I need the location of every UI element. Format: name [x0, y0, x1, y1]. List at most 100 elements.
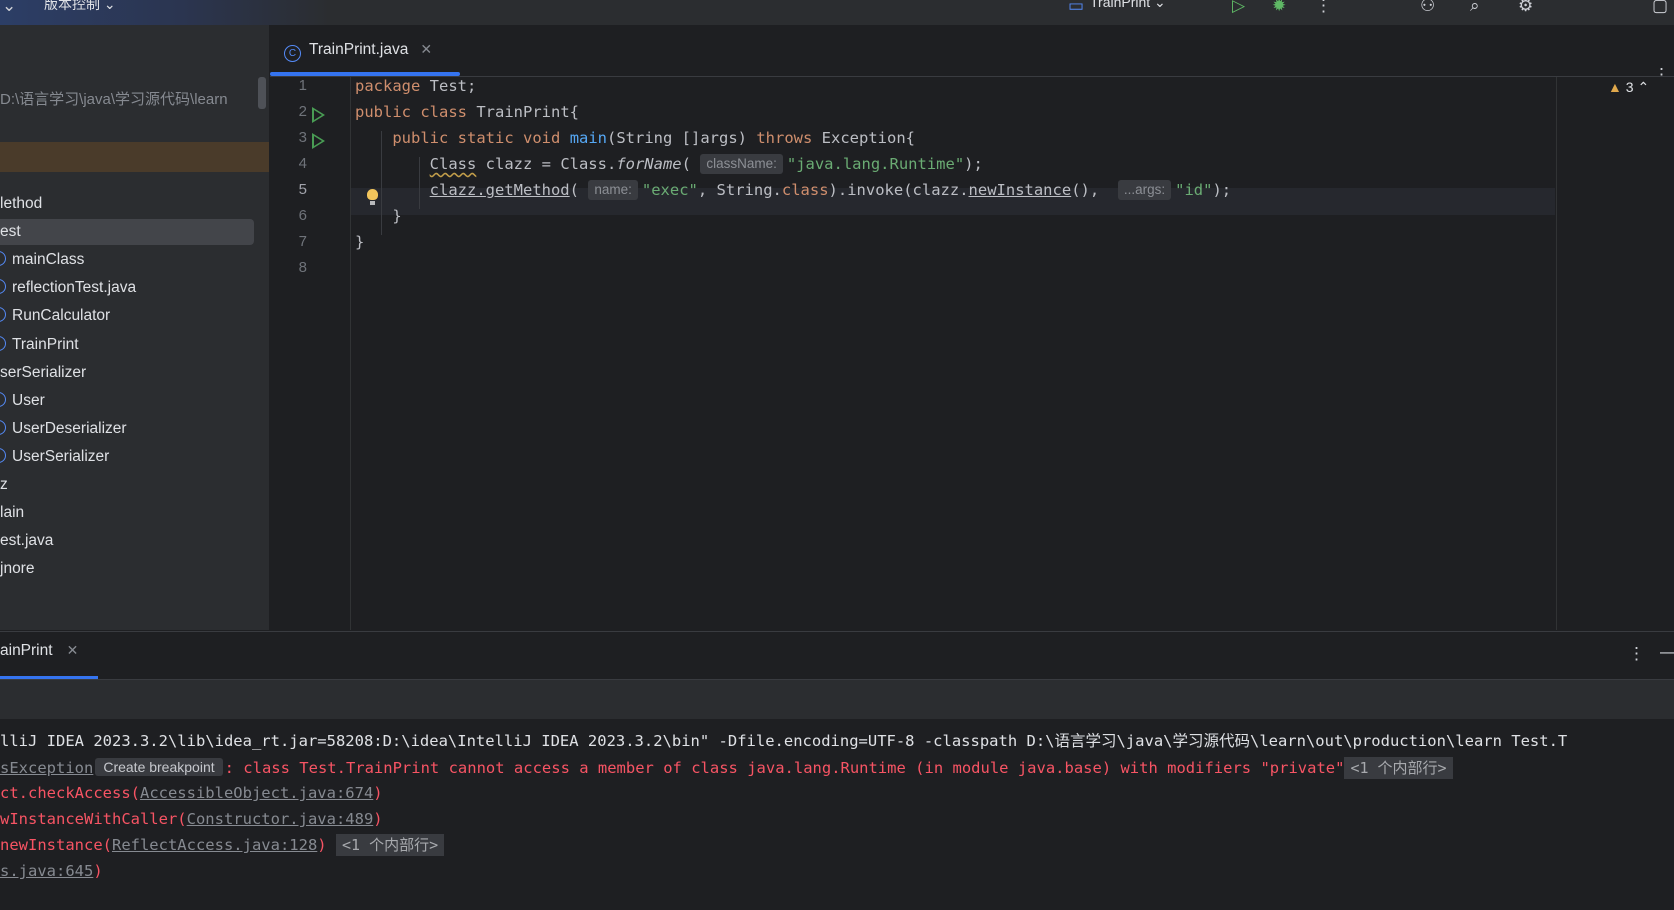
project-tree-item[interactable]: est.java: [0, 528, 53, 554]
create-breakpoint-button[interactable]: Create breakpoint: [95, 758, 223, 776]
project-tree-item[interactable]: jnore: [0, 556, 34, 582]
vcs-widget[interactable]: 版本控制 ⌄: [44, 0, 116, 14]
line-number: 1: [298, 77, 307, 94]
keyword: package: [355, 77, 421, 95]
debug-icon[interactable]: ✹: [1272, 0, 1286, 16]
project-tree-item-label: est.java: [0, 532, 54, 550]
stack-frame: ct.checkAccess(: [0, 784, 140, 802]
method-name: getMethod: [485, 181, 570, 199]
run-tool-header: ainPrint ✕ ⋮ —: [0, 632, 1674, 680]
more-actions-icon[interactable]: ⋮: [1315, 0, 1332, 16]
project-scrollbar[interactable]: [258, 77, 266, 109]
settings-gear-icon[interactable]: ⚙: [1518, 0, 1533, 16]
search-icon[interactable]: ⌕: [1470, 0, 1480, 16]
project-tree-item-label: mainClass: [12, 251, 85, 269]
run-class-gutter-icon[interactable]: [312, 107, 325, 123]
code-text: );: [964, 155, 983, 173]
internal-lines-badge[interactable]: <1 个内部行>: [335, 834, 445, 856]
parameter-hint: ...args:: [1117, 180, 1172, 200]
exception-link[interactable]: sException: [0, 759, 93, 777]
line-number: 3: [298, 129, 307, 146]
project-tree-item[interactable]: RunCalculator: [0, 303, 110, 329]
java-class-icon: [0, 447, 6, 463]
code-line-3: public static void main(String []args) t…: [355, 125, 915, 152]
source-link[interactable]: ReflectAccess.java:128: [112, 836, 317, 854]
project-tree-item-label: z: [0, 476, 8, 493]
code-editor[interactable]: package Test; public class TrainPrint{ p…: [351, 77, 1555, 630]
run-icon[interactable]: ▷: [1232, 0, 1245, 16]
run-configuration-selector[interactable]: TrainPrint ⌄: [1090, 0, 1166, 11]
stack-frame: ): [317, 836, 327, 854]
project-tree-item[interactable]: UserDeserializer: [0, 416, 127, 442]
error-message: : class Test.TrainPrint cannot access a …: [224, 759, 1345, 777]
line-number: 7: [298, 233, 307, 250]
project-tree-item-label: reflectionTest.java: [12, 279, 137, 297]
inspection-widget[interactable]: ▲ 3 ⌃: [1608, 79, 1649, 96]
java-class-icon: [0, 335, 6, 351]
keyword: class: [420, 103, 468, 121]
source-link[interactable]: AccessibleObject.java:674: [140, 784, 373, 802]
run-options-icon[interactable]: ⋮: [1628, 644, 1645, 664]
method-name: forName: [616, 155, 682, 173]
keyword: static: [457, 129, 514, 147]
stack-frame: ): [373, 810, 383, 828]
window-icon[interactable]: ▢: [1652, 0, 1668, 16]
code-line-6: }: [355, 203, 402, 230]
keyword: void: [523, 129, 561, 147]
project-tree-item[interactable]: User: [0, 388, 45, 414]
project-tree-item[interactable]: TrainPrint: [0, 332, 79, 358]
console-stack-line: newInstance(ReflectAccess.java:128) <1 个…: [0, 832, 445, 859]
run-tab-trainprint[interactable]: ainPrint ✕: [0, 642, 78, 660]
editor-tab-trainprint[interactable]: C TrainPrint.java ✕: [284, 41, 432, 75]
source-link[interactable]: Constructor.java:489: [187, 810, 374, 828]
project-tree-item[interactable]: est: [0, 219, 254, 246]
method-name: main: [569, 129, 608, 147]
console-command-line: lliJ IDEA 2023.3.2\lib\idea_rt.jar=58208…: [0, 732, 1568, 750]
project-tree-item-label: User: [12, 391, 45, 409]
keyword: public: [355, 103, 411, 121]
project-tree-item[interactable]: lethod: [0, 191, 42, 217]
console-error-line: sException Create breakpoint: class Test.…: [0, 754, 1453, 781]
console-stack-line: ct.checkAccess(AccessibleObject.java:674…: [0, 780, 383, 807]
project-tree-item[interactable]: mainClass: [0, 247, 84, 273]
code-text: clazz = Class.: [476, 155, 617, 173]
code-line-1: package Test;: [355, 73, 476, 100]
project-tree-item-label: est: [0, 223, 21, 241]
run-main-gutter-icon[interactable]: [312, 133, 325, 149]
editor-gutter: 1 2 3 4 5 6 7 8: [270, 77, 351, 630]
project-tree-item[interactable]: z: [0, 472, 8, 498]
code-text: }: [355, 233, 365, 251]
stack-frame: newInstance(: [0, 836, 112, 854]
code-text: ).invoke(clazz.: [828, 181, 969, 199]
project-tree-item[interactable]: reflectionTest.java: [0, 275, 136, 301]
chevron-up-icon[interactable]: ⌃: [1637, 79, 1649, 95]
stack-frame: ): [373, 784, 383, 802]
string-literal: "exec": [641, 181, 698, 199]
project-tree-item[interactable]: serSerializer: [0, 360, 86, 386]
code-text: Exception{: [812, 129, 915, 147]
java-class-icon: [0, 307, 6, 323]
method-name: newInstance: [968, 181, 1072, 199]
internal-lines-badge[interactable]: <1 个内部行>: [1344, 757, 1453, 779]
line-number: 4: [298, 155, 307, 172]
close-run-tab-icon[interactable]: ✕: [67, 642, 79, 658]
project-tree-item-label: lain: [0, 504, 25, 522]
minimize-icon[interactable]: —: [1660, 642, 1674, 662]
project-tree-item[interactable]: lain: [0, 500, 24, 526]
menu-chevron-icon[interactable]: ⌄: [2, 0, 16, 16]
add-user-icon[interactable]: ⚇: [1420, 0, 1435, 16]
code-text: (: [681, 155, 691, 173]
code-text: );: [1212, 181, 1232, 199]
run-console-toolbar: [0, 680, 1674, 719]
editor-right-margin: [1556, 77, 1674, 630]
source-link[interactable]: s.java:645: [0, 862, 93, 880]
string-literal: "java.lang.Runtime": [786, 155, 965, 173]
code-text: }: [392, 207, 402, 225]
code-text: (String []args): [607, 129, 757, 147]
java-class-icon: C: [284, 45, 301, 62]
code-line-5: clazz.getMethod( name: "exec", String.cla…: [355, 177, 1231, 204]
project-tree-item[interactable]: UserSerializer: [0, 444, 109, 470]
code-text: (),: [1071, 181, 1109, 199]
run-tool-window: ainPrint ✕ ⋮ — lliJ IDEA 2023.3.2\lib\ide…: [0, 631, 1674, 910]
close-tab-icon[interactable]: ✕: [420, 41, 432, 57]
